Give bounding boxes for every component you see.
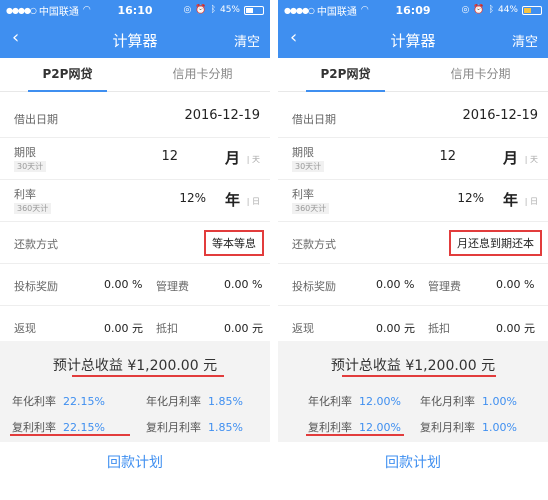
rate-label: 利率 bbox=[14, 188, 36, 201]
fee-input[interactable]: 0.00 % bbox=[224, 278, 262, 291]
bonus-row: 投标奖励 0.00 % 管理费 0.00 % bbox=[278, 264, 548, 306]
repay-method-row[interactable]: 还款方式 等本等息 bbox=[0, 222, 270, 264]
battery-level bbox=[524, 7, 532, 13]
term-sub: 30天计 bbox=[14, 161, 47, 172]
result-summary: 预计总收益 ¥1,200.00 元 年化利率 12.00% 年化月利率 1.00… bbox=[278, 341, 548, 442]
battery-icon bbox=[244, 5, 264, 15]
deduct-input[interactable]: 0.00 元 bbox=[496, 320, 535, 336]
term-unit-month[interactable]: 月 bbox=[225, 147, 240, 168]
annual-rate: 年化利率 22.15% bbox=[12, 395, 105, 408]
term-unit-day[interactable]: | 天 bbox=[247, 154, 260, 165]
rate-unit-day[interactable]: | 日 bbox=[247, 196, 260, 207]
deduct-label: 抵扣 bbox=[428, 322, 450, 335]
tab-credit-card[interactable]: 信用卡分期 bbox=[413, 58, 548, 91]
cashback-label: 返现 bbox=[292, 322, 314, 335]
battery-icon bbox=[522, 5, 542, 15]
clear-button[interactable]: 清空 bbox=[234, 31, 260, 50]
phone-screen-right: ●●●●○ 中国联通 ◠ 16:09 ◎ ⏰ ᛒ 44% ‹ 计算器 清空 P2… bbox=[278, 0, 548, 500]
rate-unit-year[interactable]: 年 bbox=[225, 189, 240, 210]
term-sub: 30天计 bbox=[292, 161, 325, 172]
fee-input[interactable]: 0.00 % bbox=[496, 278, 534, 291]
tab-credit-card[interactable]: 信用卡分期 bbox=[135, 58, 270, 91]
rate-input[interactable]: 12% bbox=[457, 191, 484, 205]
term-input[interactable]: 12 bbox=[439, 149, 456, 164]
phone-screen-left: ●●●●○ 中国联通 ◠ 16:10 ◎ ⏰ ᛒ 45% ‹ 计算器 清空 P2… bbox=[0, 0, 270, 500]
fee-label: 管理费 bbox=[428, 280, 461, 293]
status-bar: ●●●●○ 中国联通 ◠ 16:10 ◎ ⏰ ᛒ 45% bbox=[0, 0, 270, 20]
loan-date-row[interactable]: 借出日期 2016-12-19 bbox=[0, 98, 270, 138]
rate-input[interactable]: 12% bbox=[179, 191, 206, 205]
status-time: 16:10 bbox=[117, 3, 153, 17]
term-row: 期限 30天计 12 月 | 天 bbox=[0, 138, 270, 180]
nav-bar: ‹ 计算器 清空 bbox=[0, 20, 270, 58]
rate-sub: 360天计 bbox=[292, 203, 330, 214]
term-unit-day[interactable]: | 天 bbox=[525, 154, 538, 165]
compound-month-rate: 复利月利率 1.00% bbox=[420, 421, 517, 434]
battery-level bbox=[246, 7, 254, 13]
status-bar: ●●●●○ 中国联通 ◠ 16:09 ◎ ⏰ ᛒ 44% bbox=[278, 0, 548, 20]
page-title: 计算器 bbox=[112, 32, 158, 50]
deduct-label: 抵扣 bbox=[156, 322, 178, 335]
repay-method-row[interactable]: 还款方式 月还息到期还本 bbox=[278, 222, 548, 264]
cashback-input[interactable]: 0.00 元 bbox=[376, 320, 415, 336]
nav-bar: ‹ 计算器 清空 bbox=[278, 20, 548, 58]
bonus-input[interactable]: 0.00 % bbox=[376, 278, 414, 291]
total-income-underline bbox=[342, 375, 496, 377]
app-header: ●●●●○ 中国联通 ◠ 16:09 ◎ ⏰ ᛒ 44% ‹ 计算器 清空 bbox=[278, 0, 548, 58]
loan-date-value[interactable]: 2016-12-19 bbox=[462, 108, 538, 123]
rate-row: 利率 360天计 12% 年 | 日 bbox=[0, 180, 270, 222]
cashback-input[interactable]: 0.00 元 bbox=[104, 320, 143, 336]
compound-rate-underline bbox=[10, 434, 130, 436]
term-label: 期限 bbox=[292, 146, 314, 159]
compound-month-rate: 复利月利率 1.85% bbox=[146, 421, 243, 434]
loan-date-label: 借出日期 bbox=[14, 113, 58, 126]
loan-date-label: 借出日期 bbox=[292, 113, 336, 126]
term-row: 期限 30天计 12 月 | 天 bbox=[278, 138, 548, 180]
tab-p2p[interactable]: P2P网贷 bbox=[0, 58, 135, 92]
tab-bar: P2P网贷 信用卡分期 bbox=[0, 58, 270, 92]
bonus-row: 投标奖励 0.00 % 管理费 0.00 % bbox=[0, 264, 270, 306]
compound-rate: 复利利率 22.15% bbox=[12, 421, 105, 434]
rate-row: 利率 360天计 12% 年 | 日 bbox=[278, 180, 548, 222]
repay-method-value[interactable]: 月还息到期还本 bbox=[449, 230, 542, 256]
total-income: 预计总收益 ¥1,200.00 元 bbox=[330, 358, 496, 374]
repay-method-label: 还款方式 bbox=[292, 238, 336, 251]
tab-bar: P2P网贷 信用卡分期 bbox=[278, 58, 548, 92]
deduct-input[interactable]: 0.00 元 bbox=[224, 320, 263, 336]
bonus-input[interactable]: 0.00 % bbox=[104, 278, 142, 291]
rate-label: 利率 bbox=[292, 188, 314, 201]
app-header: ●●●●○ 中国联通 ◠ 16:10 ◎ ⏰ ᛒ 45% ‹ 计算器 清空 bbox=[0, 0, 270, 58]
repayment-plan-button[interactable]: 回款计划 bbox=[278, 452, 548, 472]
fee-label: 管理费 bbox=[156, 280, 189, 293]
result-summary: 预计总收益 ¥1,200.00 元 年化利率 22.15% 年化月利率 1.85… bbox=[0, 341, 270, 442]
loan-date-value[interactable]: 2016-12-19 bbox=[184, 108, 260, 123]
repayment-plan-button[interactable]: 回款计划 bbox=[0, 452, 270, 472]
term-label: 期限 bbox=[14, 146, 36, 159]
compound-rate: 复利利率 12.00% bbox=[308, 421, 401, 434]
compound-rate-underline bbox=[306, 434, 404, 436]
repay-method-label: 还款方式 bbox=[14, 238, 58, 251]
tab-p2p[interactable]: P2P网贷 bbox=[278, 58, 413, 92]
rate-unit-day[interactable]: | 日 bbox=[525, 196, 538, 207]
status-time: 16:09 bbox=[395, 3, 431, 17]
page-title: 计算器 bbox=[390, 32, 436, 50]
annual-rate: 年化利率 12.00% bbox=[308, 395, 401, 408]
repay-method-value[interactable]: 等本等息 bbox=[204, 230, 264, 256]
term-unit-month[interactable]: 月 bbox=[503, 147, 518, 168]
bonus-label: 投标奖励 bbox=[14, 280, 58, 293]
rate-unit-year[interactable]: 年 bbox=[503, 189, 518, 210]
cashback-label: 返现 bbox=[14, 322, 36, 335]
annual-month-rate: 年化月利率 1.85% bbox=[146, 395, 243, 408]
annual-month-rate: 年化月利率 1.00% bbox=[420, 395, 517, 408]
loan-date-row[interactable]: 借出日期 2016-12-19 bbox=[278, 98, 548, 138]
bonus-label: 投标奖励 bbox=[292, 280, 336, 293]
total-income: 预计总收益 ¥1,200.00 元 bbox=[52, 358, 218, 374]
term-input[interactable]: 12 bbox=[161, 149, 178, 164]
total-income-underline bbox=[72, 375, 224, 377]
clear-button[interactable]: 清空 bbox=[512, 31, 538, 50]
rate-sub: 360天计 bbox=[14, 203, 52, 214]
